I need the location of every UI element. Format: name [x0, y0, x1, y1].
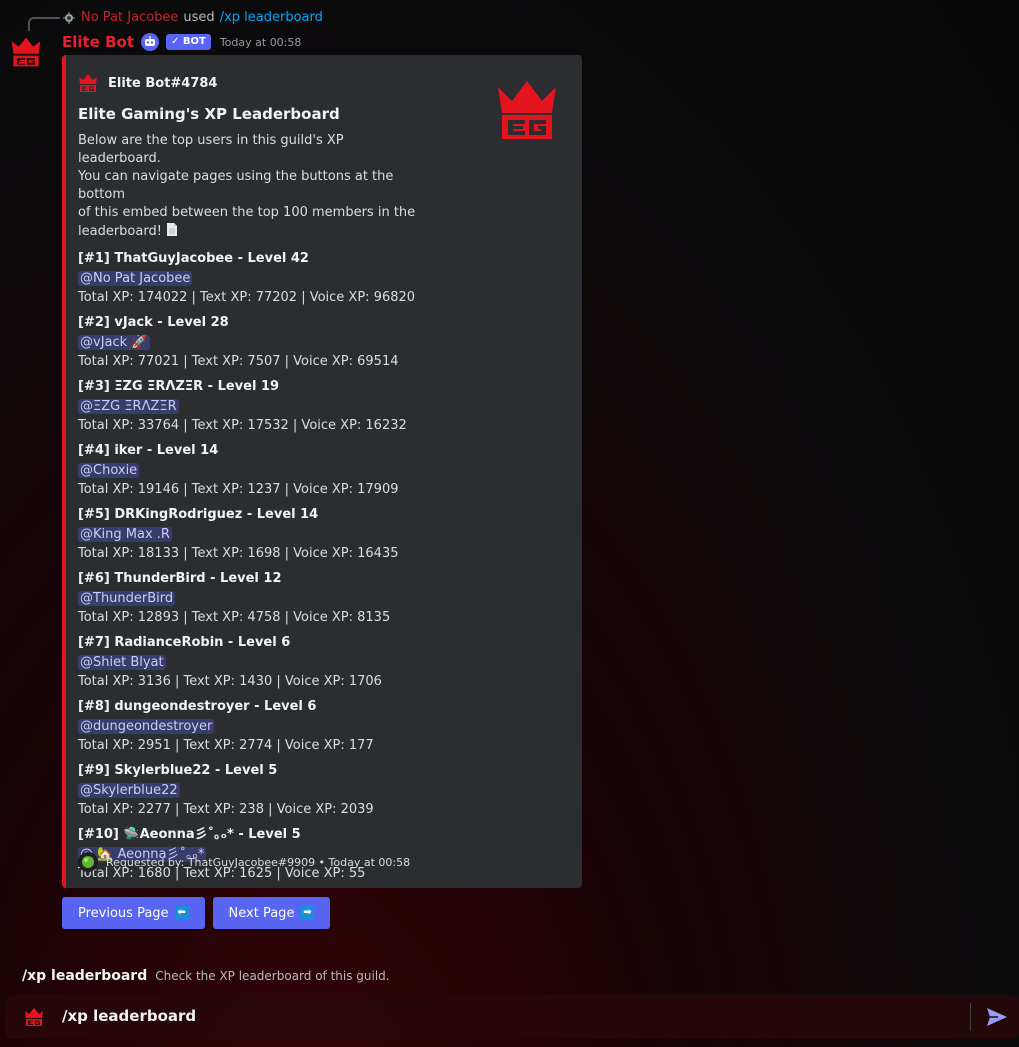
document-icon [167, 223, 178, 236]
leaderboard-entry: [#8] dungeondestroyer - Level 6 @dungeon… [78, 697, 566, 761]
embed-author-name: Elite Bot#4784 [108, 75, 218, 91]
message-timestamp: Today at 00:58 [219, 35, 302, 49]
user-mention[interactable]: @vJack 🚀 [78, 335, 150, 350]
entry-title: [#5] DRKingRodriguez - Level 14 [78, 507, 319, 522]
entry-stats: Total XP: 3136 | Text XP: 1430 | Voice X… [78, 674, 382, 689]
message-header: Elite Bot ✓ BOT Today at 00:58 [62, 32, 301, 52]
arrow-right-icon: ➡ [300, 906, 315, 920]
author-logo-icon [79, 74, 97, 92]
description-line: leaderboard! [78, 222, 418, 241]
leaderboard-list: [#1] ThatGuyJacobee - Level 42 @No Pat J… [78, 249, 566, 888]
footer-text: Requested by: ThatGuyJacobee#9909 • Toda… [106, 855, 411, 869]
reply-avatar-icon [63, 11, 75, 24]
reply-command[interactable]: /xp leaderboard [220, 10, 323, 25]
description-line: You can navigate pages using the buttons… [78, 169, 394, 202]
reply-username[interactable]: No Pat Jacobee [81, 10, 178, 25]
entry-title: [#7] RadianceRobin - Level 6 [78, 635, 291, 650]
embed-description: Below are the top users in this guild's … [78, 132, 418, 241]
entry-stats: Total XP: 12893 | Text XP: 4758 | Voice … [78, 610, 391, 625]
requester-avatar [78, 852, 98, 872]
embed-footer: Requested by: ThatGuyJacobee#9909 • Toda… [78, 852, 410, 872]
user-mention[interactable]: @Shiet Blyat [78, 655, 166, 670]
author-name[interactable]: Elite Bot [62, 33, 134, 51]
entry-stats: Total XP: 33764 | Text XP: 17532 | Voice… [78, 418, 407, 433]
entry-title: [#10] 🛸Aeonna彡˚｡ₒ* - Level 5 [78, 827, 301, 842]
send-icon[interactable] [986, 1007, 1008, 1027]
entry-title: [#9] Skylerblue22 - Level 5 [78, 763, 278, 778]
leaderboard-entry: [#3] ΞZG ΞRΛZΞR - Level 19 @ΞZG ΞRΛZΞR T… [78, 377, 566, 441]
leaderboard-entry: [#6] ThunderBird - Level 12 @ThunderBird… [78, 569, 566, 633]
user-mention[interactable]: @No Pat Jacobee [78, 271, 193, 286]
crown-logo-icon [25, 1008, 43, 1026]
pagination-buttons: Previous Page ⬅ Next Page ➡ [62, 897, 331, 929]
entry-title: [#8] dungeondestroyer - Level 6 [78, 699, 317, 714]
user-mention[interactable]: @King Max .R [78, 527, 172, 542]
entry-stats: Total XP: 77021 | Text XP: 7507 | Voice … [78, 354, 399, 369]
leaderboard-entry: [#7] RadianceRobin - Level 6 @Shiet Blya… [78, 633, 566, 697]
entry-stats: Total XP: 19146 | Text XP: 1237 | Voice … [78, 482, 399, 497]
entry-title: [#3] ΞZG ΞRΛZΞR - Level 19 [78, 379, 280, 394]
next-page-label: Next Page [228, 905, 295, 921]
user-mention[interactable]: @ΞZG ΞRΛZΞR [78, 399, 179, 414]
command-hint-name: /xp leaderboard [22, 968, 148, 984]
description-line: of this embed between the top 100 member… [78, 205, 416, 220]
leaderboard-entry: [#9] Skylerblue22 - Level 5 @Skylerblue2… [78, 761, 566, 825]
reply-connector [28, 17, 60, 31]
bot-icon [141, 33, 160, 51]
arrow-left-icon: ⬅ [174, 906, 189, 920]
user-mention[interactable]: @Skylerblue22 [78, 783, 180, 798]
leaderboard-entry: [#5] DRKingRodriguez - Level 14 @King Ma… [78, 505, 566, 569]
command-hint-description: Check the XP leaderboard of this guild. [155, 969, 390, 983]
entry-title: [#4] iker - Level 14 [78, 443, 219, 458]
reply-used-text: used [183, 10, 215, 25]
entry-title: [#2] vJack - Level 28 [78, 315, 229, 330]
entry-stats: Total XP: 2277 | Text XP: 238 | Voice XP… [78, 802, 374, 817]
entry-title: [#1] ThatGuyJacobee - Level 42 [78, 251, 309, 266]
message-composer[interactable]: /xp leaderboard [6, 995, 1019, 1039]
entry-stats: Total XP: 18133 | Text XP: 1698 | Voice … [78, 546, 399, 561]
entry-title: [#6] ThunderBird - Level 12 [78, 571, 282, 586]
bot-avatar[interactable] [8, 34, 44, 70]
user-mention[interactable]: @dungeondestroyer [78, 719, 215, 734]
command-hint[interactable]: /xp leaderboard Check the XP leaderboard… [22, 968, 390, 984]
crown-logo-icon[interactable] [494, 77, 560, 143]
next-page-button[interactable]: Next Page ➡ [212, 897, 331, 929]
previous-page-button[interactable]: Previous Page ⬅ [62, 897, 205, 929]
previous-page-label: Previous Page [78, 905, 169, 921]
reply-reference[interactable]: No Pat Jacobee used /xp leaderboard [62, 10, 323, 25]
leaderboard-embed: Elite Bot#4784 Elite Gaming's XP Leaderb… [62, 55, 582, 888]
composer-divider [970, 1003, 971, 1031]
description-line: Below are the top users in this guild's … [78, 133, 344, 166]
leaderboard-entry: [#2] vJack - Level 28 @vJack 🚀 Total XP:… [78, 313, 566, 377]
embed-title: Elite Gaming's XP Leaderboard [78, 105, 340, 123]
user-mention[interactable]: @ThunderBird [78, 591, 176, 606]
user-mention[interactable]: @Choxie [78, 463, 140, 478]
leaderboard-entry: [#1] ThatGuyJacobee - Level 42 @No Pat J… [78, 249, 566, 313]
embed-author: Elite Bot#4784 [78, 73, 566, 93]
leaderboard-entry: [#4] iker - Level 14 @Choxie Total XP: 1… [78, 441, 566, 505]
entry-stats: Total XP: 2951 | Text XP: 2774 | Voice X… [78, 738, 374, 753]
bot-badge: ✓ BOT [166, 34, 211, 50]
entry-stats: Total XP: 174022 | Text XP: 77202 | Voic… [78, 290, 416, 305]
composer-input[interactable]: /xp leaderboard [62, 1007, 196, 1025]
